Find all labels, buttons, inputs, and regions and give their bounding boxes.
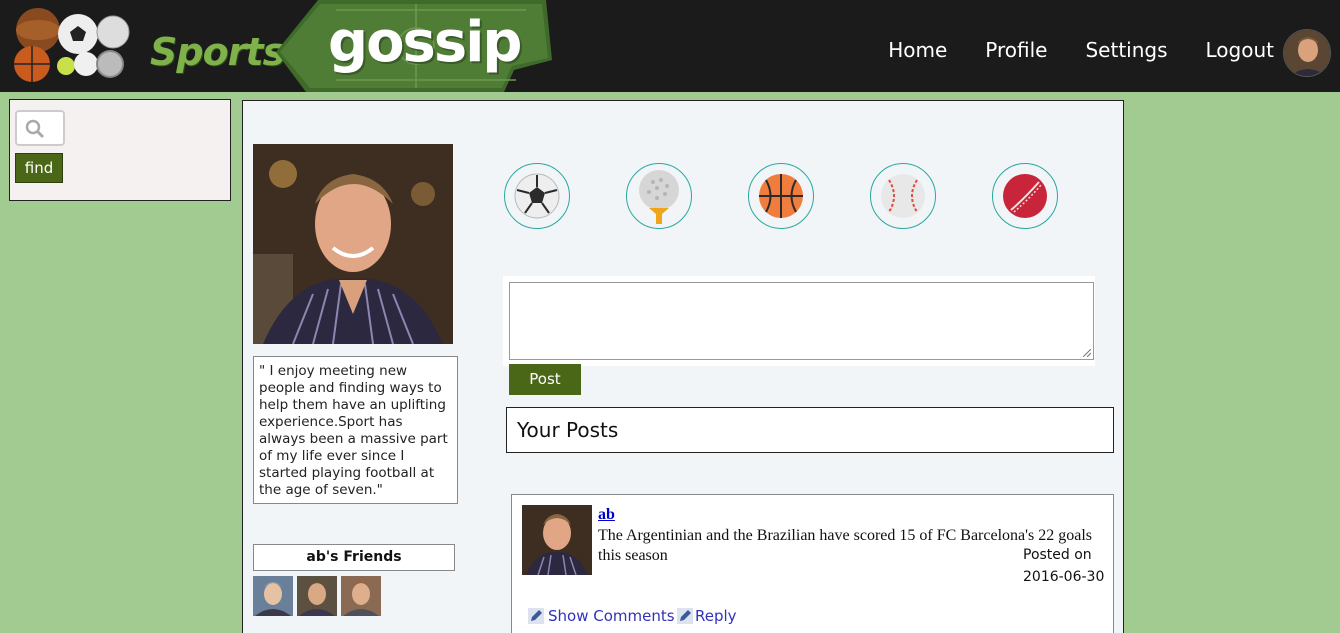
nav-logout-link[interactable]: Logout	[1206, 38, 1274, 62]
post-composer	[503, 276, 1095, 366]
cricket-filter-button[interactable]	[992, 163, 1058, 229]
soccer-filter-button[interactable]	[504, 163, 570, 229]
post-card: ab The Argentinian and the Brazilian hav…	[511, 494, 1114, 633]
header: Sports gossip Home Profile Settings Logo…	[0, 0, 1340, 92]
search-icon	[25, 119, 45, 139]
friends-title: ab's Friends	[253, 544, 455, 571]
friend-avatar[interactable]	[253, 576, 293, 616]
nav-settings-link[interactable]: Settings	[1085, 38, 1167, 62]
friend-avatar[interactable]	[341, 576, 381, 616]
pencil-icon	[677, 608, 693, 624]
logo-sports-text: Sports	[150, 30, 285, 74]
post-author-avatar-icon	[522, 505, 592, 575]
search-panel: find	[9, 99, 231, 201]
friend-avatar-icon	[341, 576, 381, 616]
post-author-link[interactable]: ab	[598, 506, 615, 524]
resize-grip-icon[interactable]	[1083, 349, 1091, 357]
friend-avatar[interactable]	[297, 576, 337, 616]
user-avatar[interactable]	[1283, 29, 1331, 77]
main-panel: " I enjoy meeting new people and finding…	[242, 100, 1124, 633]
friend-avatar-icon	[253, 576, 293, 616]
cricket-ball-icon	[1003, 174, 1047, 218]
reply-link[interactable]: Reply	[677, 607, 737, 625]
golf-filter-button[interactable]	[626, 163, 692, 229]
basketball-icon	[759, 174, 803, 218]
friends-list	[253, 576, 381, 616]
find-button[interactable]: find	[15, 153, 63, 183]
post-button[interactable]: Post	[509, 364, 581, 395]
posted-on-label: Posted on	[1023, 547, 1092, 563]
soccer-ball-icon	[514, 173, 560, 219]
golf-ball-icon	[639, 170, 679, 224]
search-input[interactable]	[15, 110, 65, 146]
nav-home-link[interactable]: Home	[888, 38, 947, 62]
main-nav: Home Profile Settings Logout	[888, 38, 1274, 62]
post-author-avatar	[522, 505, 592, 575]
profile-bio: " I enjoy meeting new people and finding…	[253, 356, 458, 504]
reply-label[interactable]: Reply	[695, 607, 737, 625]
show-comments-label[interactable]: Show Comments	[548, 607, 675, 625]
show-comments-link[interactable]: Show Comments	[528, 607, 675, 625]
sports-balls-logo-icon	[14, 8, 130, 82]
sports-filter-row	[504, 163, 1058, 229]
basketball-filter-button[interactable]	[748, 163, 814, 229]
profile-photo	[253, 144, 453, 344]
post-textarea[interactable]	[509, 282, 1094, 360]
baseball-icon	[881, 174, 925, 218]
friend-avatar-icon	[297, 576, 337, 616]
nav-profile-link[interactable]: Profile	[985, 38, 1047, 62]
pencil-icon	[528, 608, 544, 624]
profile-photo-image	[253, 144, 453, 344]
posted-date: 2016-06-30	[1023, 569, 1105, 585]
your-posts-heading: Your Posts	[506, 407, 1114, 453]
user-avatar-icon	[1284, 30, 1330, 76]
baseball-filter-button[interactable]	[870, 163, 936, 229]
logo-gossip-text: gossip	[328, 10, 523, 75]
